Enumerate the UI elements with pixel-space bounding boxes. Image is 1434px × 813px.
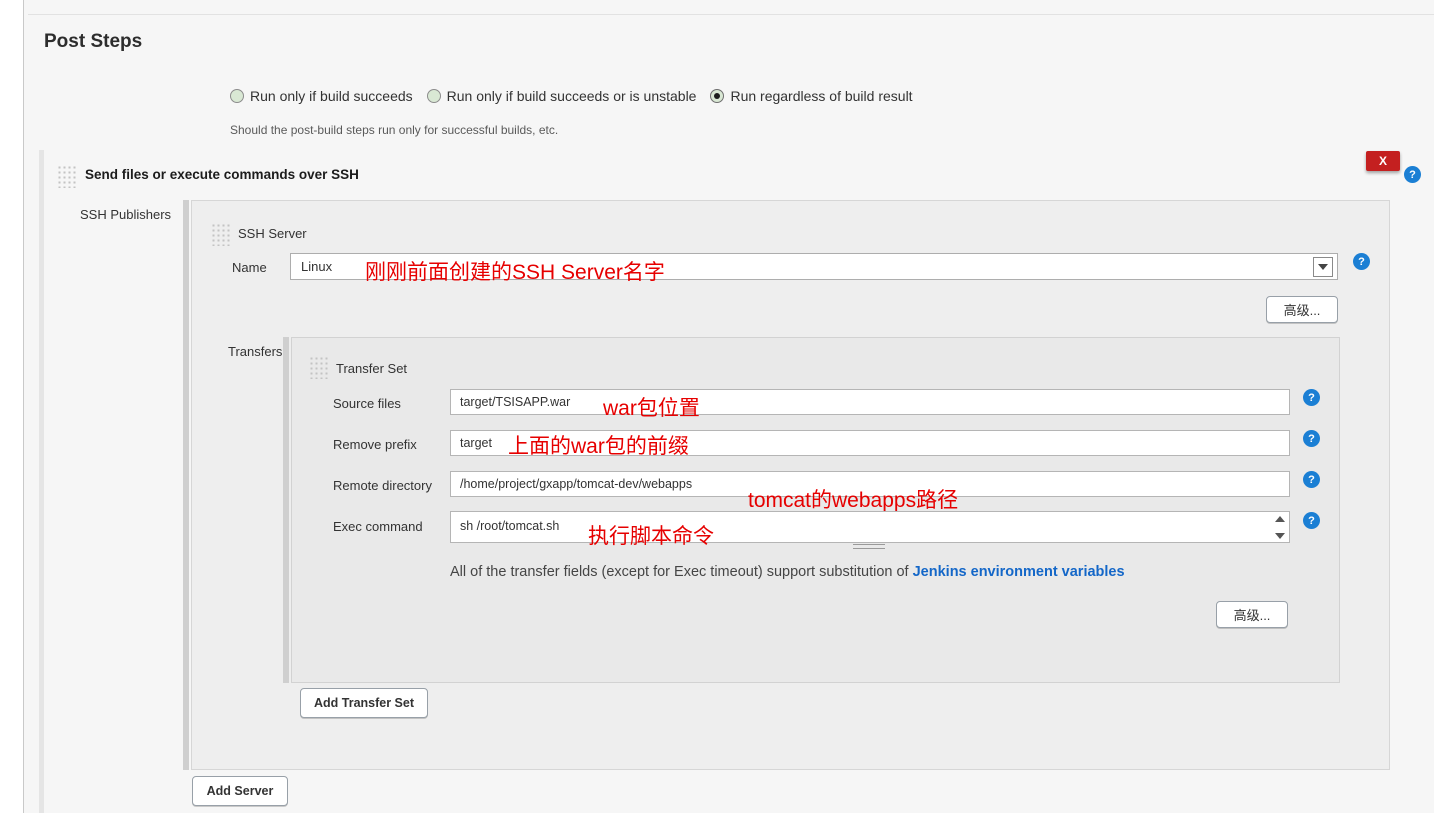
drag-handle-icon[interactable] <box>56 164 76 188</box>
exec-command-textarea[interactable]: sh /root/tomcat.sh <box>450 511 1290 543</box>
remote-directory-input[interactable] <box>450 471 1290 497</box>
delete-publisher-button[interactable]: X <box>1366 151 1400 171</box>
drag-handle-icon[interactable] <box>210 222 230 246</box>
radio-label: Run only if build succeeds or is unstabl… <box>447 88 697 104</box>
selected-server-name: Linux <box>291 259 332 274</box>
server-panel-divider <box>183 200 189 770</box>
ssh-publishers-label: SSH Publishers <box>80 207 171 222</box>
transfer-panel-divider <box>283 337 289 683</box>
remove-prefix-input[interactable] <box>450 430 1290 456</box>
remove-prefix-label: Remove prefix <box>333 437 417 452</box>
publisher-block-stripe <box>39 150 44 813</box>
radio-label: Run regardless of build result <box>730 88 912 104</box>
help-icon[interactable]: ? <box>1303 471 1320 488</box>
source-files-input[interactable] <box>450 389 1290 415</box>
radio-option-run-regardless[interactable]: Run regardless of build result <box>710 88 912 104</box>
note-text: All of the transfer fields (except for E… <box>450 564 913 580</box>
textarea-scrollbar <box>1272 513 1288 542</box>
textarea-resize-handle[interactable] <box>853 544 885 549</box>
remote-directory-label: Remote directory <box>333 478 432 493</box>
radio-icon[interactable] <box>230 89 244 103</box>
help-icon[interactable]: ? <box>1353 253 1370 270</box>
transfer-fields-note: All of the transfer fields (except for E… <box>450 564 1125 580</box>
jenkins-env-variables-link[interactable]: Jenkins environment variables <box>913 564 1125 580</box>
jenkins-config-page: Post Steps Run only if build succeeds Ru… <box>0 0 1434 813</box>
radio-option-run-if-succeeds-or-unstable[interactable]: Run only if build succeeds or is unstabl… <box>427 88 697 104</box>
scroll-up-icon[interactable] <box>1275 516 1285 522</box>
help-icon[interactable]: ? <box>1303 389 1320 406</box>
server-advanced-button[interactable]: 高级... <box>1266 296 1338 323</box>
exec-command-label: Exec command <box>333 519 423 534</box>
ssh-server-section-label: SSH Server <box>238 226 307 241</box>
help-icon[interactable]: ? <box>1303 512 1320 529</box>
source-files-label: Source files <box>333 396 401 411</box>
drag-handle-icon[interactable] <box>308 355 328 379</box>
add-server-button[interactable]: Add Server <box>192 776 288 806</box>
transfer-advanced-button[interactable]: 高级... <box>1216 601 1288 628</box>
transfer-set-section-label: Transfer Set <box>336 361 407 376</box>
top-divider <box>28 14 1434 15</box>
ssh-server-name-select[interactable]: Linux <box>290 253 1338 280</box>
page-title: Post Steps <box>44 31 142 53</box>
chevron-down-icon[interactable] <box>1313 257 1333 277</box>
help-icon[interactable]: ? <box>1404 166 1421 183</box>
post-steps-hint: Should the post-build steps run only for… <box>230 123 558 137</box>
transfers-label: Transfers <box>228 344 282 359</box>
add-transfer-set-button[interactable]: Add Transfer Set <box>300 688 428 718</box>
post-steps-radio-group: Run only if build succeeds Run only if b… <box>230 88 913 104</box>
radio-label: Run only if build succeeds <box>250 88 413 104</box>
publisher-block-title: Send files or execute commands over SSH <box>85 167 359 182</box>
exec-command-value: sh /root/tomcat.sh <box>460 519 559 533</box>
scroll-down-icon[interactable] <box>1275 533 1285 539</box>
radio-selected-icon[interactable] <box>710 89 724 103</box>
name-field-label: Name <box>232 260 267 275</box>
radio-option-run-if-succeeds[interactable]: Run only if build succeeds <box>230 88 413 104</box>
help-icon[interactable]: ? <box>1303 430 1320 447</box>
radio-icon[interactable] <box>427 89 441 103</box>
